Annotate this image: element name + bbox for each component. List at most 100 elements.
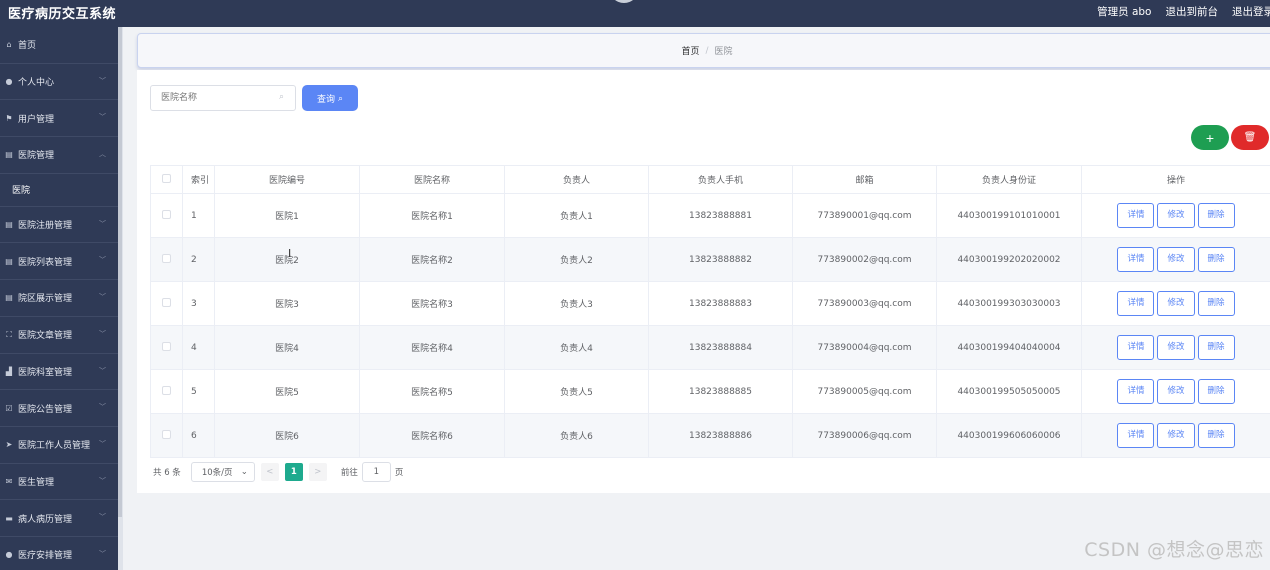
chevron-down-icon: ﹀ <box>99 293 106 302</box>
edit-button[interactable]: 修改 <box>1157 247 1195 272</box>
checkbox-icon <box>162 385 171 395</box>
detail-button[interactable]: 详情 <box>1117 203 1155 228</box>
sidebar-item[interactable]: ➤ 医院工作人员管理 ﹀ <box>0 427 118 464</box>
prev-page-button[interactable]: < <box>260 463 279 481</box>
chevron-down-icon: ﹀ <box>99 256 106 265</box>
checkbox-icon <box>162 173 171 183</box>
page-number-current[interactable]: 1 <box>284 463 303 481</box>
detail-button[interactable]: 详情 <box>1117 291 1155 316</box>
sidebar-item[interactable]: ▬ 病人病历管理 ﹀ <box>0 500 118 537</box>
cell-code: 医院2 <box>214 237 360 282</box>
cell-actions: 详情 修改 删除 <box>1081 413 1270 458</box>
sidebar-item[interactable]: ☑ 医院公告管理 ﹀ <box>0 390 118 427</box>
sidebar-item[interactable]: ▤ 医院注册管理 ﹀ <box>0 207 118 244</box>
fullscreen-icon: ⛶ <box>6 329 12 339</box>
sidebar-item[interactable]: ● 个人中心 ﹀ <box>0 64 118 101</box>
cell-name: 医院名称3 <box>359 281 505 326</box>
edit-button[interactable]: 修改 <box>1157 335 1195 360</box>
add-button[interactable]: + <box>1191 125 1229 150</box>
detail-button[interactable]: 详情 <box>1117 335 1155 360</box>
checkbox-icon <box>162 341 171 351</box>
sidebar-item[interactable]: ⛶ 医院文章管理 ﹀ <box>0 317 118 354</box>
query-button[interactable]: 查询 ⌕ <box>302 85 358 111</box>
chevron-down-icon: ﹀ <box>99 76 106 85</box>
cell-code: 医院3 <box>214 281 360 326</box>
cell-code: 医院4 <box>214 325 360 370</box>
row-checkbox[interactable] <box>150 413 183 458</box>
sidebar-scrollbar[interactable] <box>118 27 122 517</box>
pagination: 共 6 条 10条/页 ⌄ < 1 > 前往 1 页 <box>153 462 403 482</box>
admin-username: 管理员 abo <box>1097 6 1152 18</box>
breadcrumb: 首页 / 医院 <box>137 33 1270 68</box>
cell-name: 医院名称6 <box>359 413 505 458</box>
chevron-down-icon: ﹀ <box>99 366 106 375</box>
delete-button[interactable]: 删除 <box>1197 203 1235 228</box>
detail-button[interactable]: 详情 <box>1117 247 1155 272</box>
delete-button[interactable]: 删除 <box>1197 247 1235 272</box>
row-checkbox[interactable] <box>150 281 183 326</box>
cell-manager: 负责人6 <box>504 413 649 458</box>
sidebar-item-label: 用户管理 <box>18 114 55 125</box>
table-header-row: 索引 医院编号 医院名称 负责人 负责人手机 邮箱 负责人身份证 操作 <box>150 165 1270 194</box>
sidebar-item[interactable]: ▤ 医院管理 ︿ <box>0 137 118 174</box>
detail-button[interactable]: 详情 <box>1117 379 1155 404</box>
logout-link[interactable]: 退出登录 <box>1232 4 1270 19</box>
sidebar-item[interactable]: ⌂ 首页 <box>0 27 118 64</box>
table-row: 5 医院5 医院名称5 负责人5 13823888885 773890005@qq.com… <box>150 369 1270 414</box>
delete-button[interactable]: 删除 <box>1197 335 1235 360</box>
checkbox-icon: ☑ <box>5 403 13 413</box>
cell-actions: 详情 修改 删除 <box>1081 369 1270 414</box>
hospital-name-search-input[interactable] <box>150 85 296 111</box>
goto-page-input[interactable]: 1 <box>361 462 391 482</box>
hospital-table: 索引 医院编号 医院名称 负责人 负责人手机 邮箱 负责人身份证 操作 1 医院1… <box>150 165 1270 458</box>
column-header: 医院名称 <box>359 165 505 194</box>
cell-manager: 负责人4 <box>504 325 649 370</box>
page-size-value: 10条/页 <box>201 468 233 478</box>
home-icon: ⌂ <box>6 40 12 50</box>
table-row: 2 医院2 医院名称2 负责人2 13823888882 773890002@qq.com… <box>150 237 1270 282</box>
select-all-checkbox[interactable] <box>150 165 183 194</box>
sidebar-subitem[interactable]: 医院 <box>0 173 118 207</box>
edit-button[interactable]: 修改 <box>1157 423 1195 448</box>
cell-email: 773890005@qq.com <box>792 369 937 414</box>
sidebar-item[interactable]: ▤ 医院列表管理 ﹀ <box>0 243 118 281</box>
batch-delete-button[interactable]: 🗑 <box>1231 125 1269 150</box>
cell-name: 医院名称5 <box>359 369 505 414</box>
sidebar-item[interactable]: ⚑ 用户管理 ﹀ <box>0 100 118 138</box>
row-checkbox[interactable] <box>150 325 183 370</box>
document-icon: ▤ <box>5 150 13 160</box>
edit-button[interactable]: 修改 <box>1157 379 1195 404</box>
sidebar-item-label: 医生管理 <box>18 477 55 488</box>
next-page-button[interactable]: > <box>308 463 327 481</box>
delete-button[interactable]: 删除 <box>1197 379 1235 404</box>
sidebar-item[interactable]: ● 医疗安排管理 ﹀ <box>0 537 118 570</box>
edit-button[interactable]: 修改 <box>1157 291 1195 316</box>
row-checkbox[interactable] <box>150 369 183 414</box>
row-checkbox[interactable] <box>150 193 183 238</box>
sidebar-item[interactable]: ✉ 医生管理 ﹀ <box>0 464 118 501</box>
sidebar-item[interactable]: ▤ 院区展示管理 ﹀ <box>0 280 118 317</box>
page-size-select[interactable]: 10条/页 ⌄ <box>190 462 255 482</box>
cell-id-card: 440300199505050005 <box>936 369 1082 414</box>
text-cursor-icon: I <box>288 247 292 260</box>
sidebar-item[interactable]: ▟ 医院科室管理 ﹀ <box>0 354 118 391</box>
goto-suffix: 页 <box>394 468 404 478</box>
cell-manager: 负责人3 <box>504 281 649 326</box>
cell-id-card: 440300199202020002 <box>936 237 1082 282</box>
row-checkbox[interactable] <box>150 237 183 282</box>
delete-button[interactable]: 删除 <box>1197 423 1235 448</box>
back-to-frontend-link[interactable]: 退出到前台 <box>1166 4 1219 19</box>
sidebar-item-label: 医院注册管理 <box>18 221 73 232</box>
send-icon: ➤ <box>5 440 13 450</box>
sidebar-item-label: 院区展示管理 <box>18 294 73 305</box>
edit-button[interactable]: 修改 <box>1157 203 1195 228</box>
detail-button[interactable]: 详情 <box>1117 423 1155 448</box>
query-button-label: 查询 <box>316 93 335 104</box>
plus-icon: + <box>1205 129 1215 146</box>
total-count: 共 6 条 <box>153 468 181 478</box>
breadcrumb-home[interactable]: 首页 <box>681 44 699 57</box>
cell-phone: 13823888881 <box>648 193 793 238</box>
chevron-down-icon: ﹀ <box>99 219 106 228</box>
delete-button[interactable]: 删除 <box>1197 291 1235 316</box>
cell-phone: 13823888882 <box>648 237 793 282</box>
